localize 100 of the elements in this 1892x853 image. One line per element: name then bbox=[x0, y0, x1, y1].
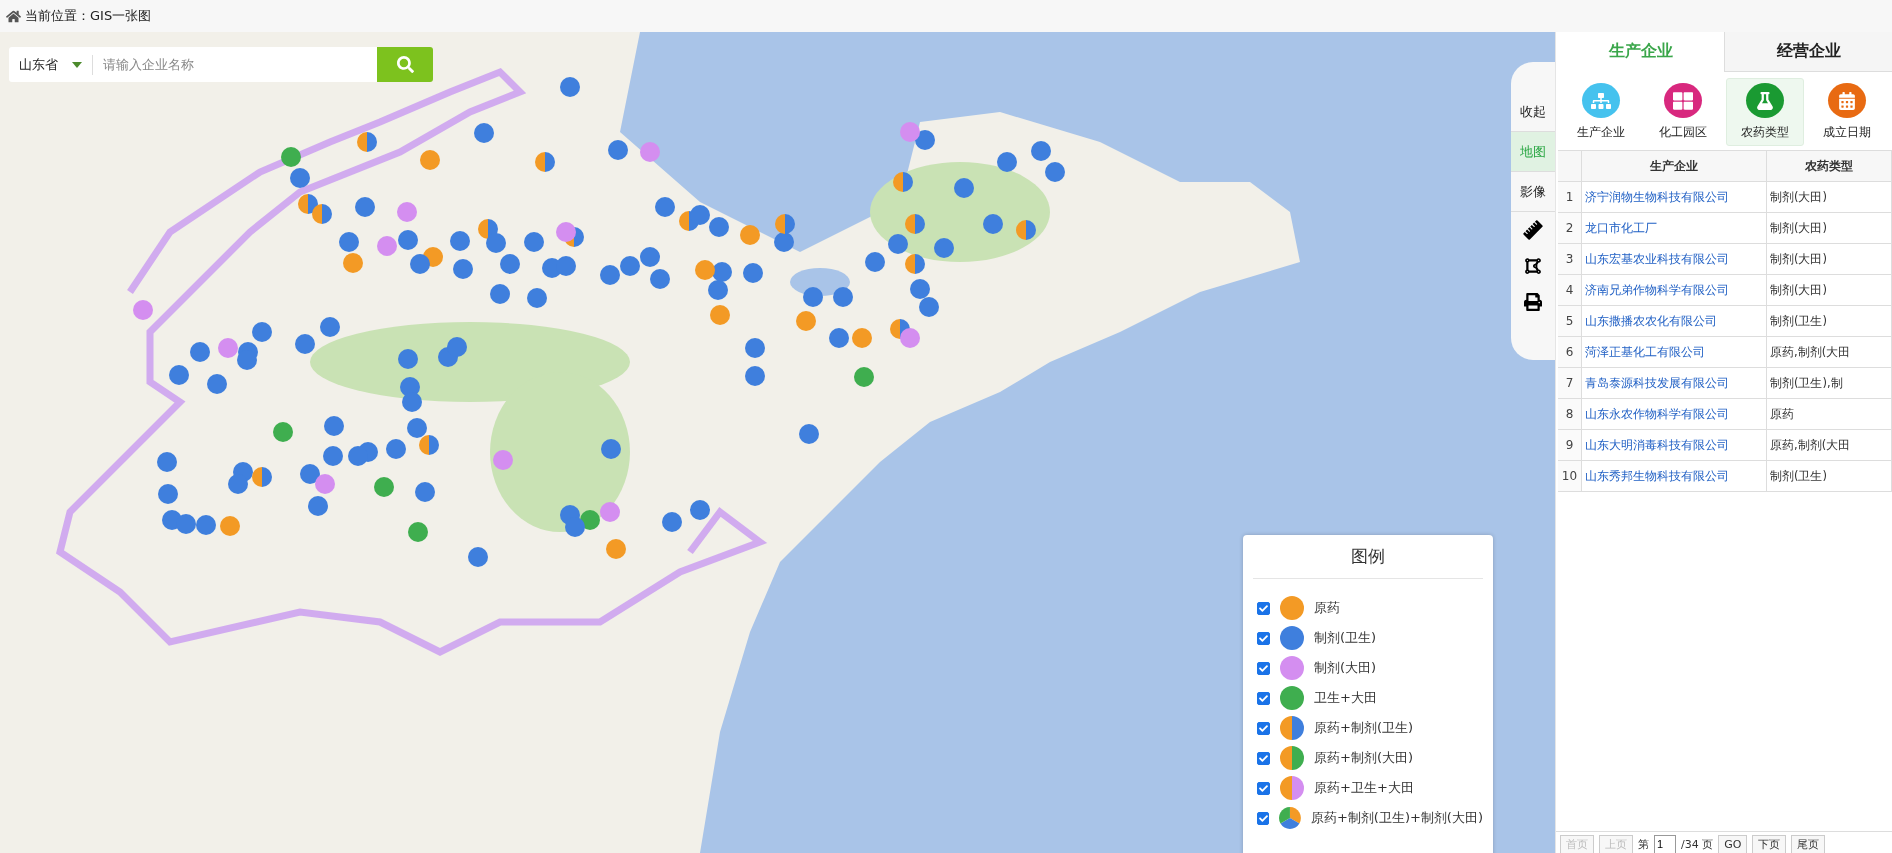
map-marker[interactable] bbox=[745, 366, 765, 386]
search-button[interactable] bbox=[377, 47, 433, 82]
map-marker[interactable] bbox=[640, 142, 660, 162]
map-marker[interactable] bbox=[252, 322, 272, 342]
checkbox[interactable] bbox=[1257, 781, 1270, 795]
panel-tab[interactable]: 经营企业 bbox=[1724, 32, 1892, 72]
map-marker[interactable] bbox=[453, 259, 473, 279]
search-field[interactable]: 请输入企业名称 bbox=[93, 47, 377, 82]
map-marker[interactable] bbox=[419, 435, 439, 455]
map-marker[interactable] bbox=[402, 392, 422, 412]
map-marker[interactable] bbox=[323, 446, 343, 466]
checkbox[interactable] bbox=[1257, 631, 1270, 645]
map-marker[interactable] bbox=[420, 150, 440, 170]
map-marker[interactable] bbox=[888, 234, 908, 254]
map-marker[interactable] bbox=[910, 279, 930, 299]
map-marker[interactable] bbox=[743, 263, 763, 283]
map-marker[interactable] bbox=[281, 147, 301, 167]
map-marker[interactable] bbox=[339, 232, 359, 252]
map-marker[interactable] bbox=[1016, 220, 1036, 240]
map-marker[interactable] bbox=[315, 474, 335, 494]
category-button[interactable]: 农药类型 bbox=[1726, 78, 1804, 146]
map-marker[interactable] bbox=[169, 365, 189, 385]
map-marker[interactable] bbox=[905, 214, 925, 234]
map-marker[interactable] bbox=[474, 123, 494, 143]
map-marker[interactable] bbox=[158, 484, 178, 504]
map-marker[interactable] bbox=[774, 232, 794, 252]
map-marker[interactable] bbox=[829, 328, 849, 348]
map-marker[interactable] bbox=[799, 424, 819, 444]
map-marker[interactable] bbox=[386, 439, 406, 459]
map-marker[interactable] bbox=[273, 422, 293, 442]
checkbox[interactable] bbox=[1257, 601, 1270, 615]
checkbox[interactable] bbox=[1257, 661, 1270, 675]
map-marker[interactable] bbox=[468, 547, 488, 567]
map-marker[interactable] bbox=[320, 317, 340, 337]
map-marker[interactable] bbox=[709, 217, 729, 237]
map-marker[interactable] bbox=[397, 202, 417, 222]
map-marker[interactable] bbox=[620, 256, 640, 276]
map-marker[interactable] bbox=[983, 214, 1003, 234]
map-marker[interactable] bbox=[775, 214, 795, 234]
map-marker[interactable] bbox=[377, 236, 397, 256]
map-marker[interactable] bbox=[919, 297, 939, 317]
map-marker[interactable] bbox=[500, 254, 520, 274]
map-marker[interactable] bbox=[228, 474, 248, 494]
company-link[interactable]: 山东永农作物科学有限公司 bbox=[1585, 406, 1729, 422]
checkbox[interactable] bbox=[1257, 751, 1270, 765]
map-marker[interactable] bbox=[1045, 162, 1065, 182]
map-marker[interactable] bbox=[190, 342, 210, 362]
map-marker[interactable] bbox=[355, 197, 375, 217]
map-marker[interactable] bbox=[900, 122, 920, 142]
map-marker[interactable] bbox=[410, 254, 430, 274]
region-dropdown[interactable]: 山东省 bbox=[9, 47, 92, 82]
go-button[interactable]: GO bbox=[1718, 834, 1748, 853]
map-marker[interactable] bbox=[343, 253, 363, 273]
map-marker[interactable] bbox=[300, 464, 320, 484]
map-marker[interactable] bbox=[600, 265, 620, 285]
map-marker[interactable] bbox=[290, 168, 310, 188]
map-marker[interactable] bbox=[580, 510, 600, 530]
company-link[interactable]: 青岛泰源科技发展有限公司 bbox=[1585, 375, 1729, 391]
map-marker[interactable] bbox=[450, 231, 470, 251]
map-marker[interactable] bbox=[695, 260, 715, 280]
map-marker[interactable] bbox=[934, 238, 954, 258]
map-marker[interactable] bbox=[601, 439, 621, 459]
map-marker[interactable] bbox=[407, 418, 427, 438]
company-link[interactable]: 菏泽正基化工有限公司 bbox=[1585, 344, 1705, 360]
map-marker[interactable] bbox=[398, 349, 418, 369]
map-marker[interactable] bbox=[535, 152, 555, 172]
map-marker[interactable] bbox=[493, 450, 513, 470]
map-marker[interactable] bbox=[954, 178, 974, 198]
checkbox[interactable] bbox=[1257, 691, 1270, 705]
map-marker[interactable] bbox=[415, 482, 435, 502]
map-marker[interactable] bbox=[796, 311, 816, 331]
map-marker[interactable] bbox=[196, 515, 216, 535]
map-marker[interactable] bbox=[220, 516, 240, 536]
map-marker[interactable] bbox=[803, 287, 823, 307]
map-marker[interactable] bbox=[690, 500, 710, 520]
map-marker[interactable] bbox=[833, 287, 853, 307]
map-marker[interactable] bbox=[606, 539, 626, 559]
page-input[interactable]: 1 bbox=[1654, 834, 1676, 853]
map-marker[interactable] bbox=[295, 334, 315, 354]
map-marker[interactable] bbox=[740, 225, 760, 245]
checkbox[interactable] bbox=[1257, 721, 1270, 735]
company-link[interactable]: 山东撒播农农化有限公司 bbox=[1585, 313, 1717, 329]
map-marker[interactable] bbox=[565, 517, 585, 537]
map-marker[interactable] bbox=[865, 252, 885, 272]
map-marker[interactable] bbox=[556, 222, 576, 242]
map-marker[interactable] bbox=[490, 284, 510, 304]
category-button[interactable]: 生产企业 bbox=[1562, 78, 1640, 146]
map-marker[interactable] bbox=[710, 305, 730, 325]
map-marker[interactable] bbox=[650, 269, 670, 289]
company-link[interactable]: 山东秀邦生物科技有限公司 bbox=[1585, 468, 1729, 484]
company-link[interactable]: 山东宏基农业科技有限公司 bbox=[1585, 251, 1729, 267]
category-button[interactable]: 化工园区 bbox=[1644, 78, 1722, 146]
map-marker[interactable] bbox=[560, 77, 580, 97]
map-marker[interactable] bbox=[662, 512, 682, 532]
map-marker[interactable] bbox=[133, 300, 153, 320]
map-marker[interactable] bbox=[900, 328, 920, 348]
map-marker[interactable] bbox=[207, 374, 227, 394]
map-marker[interactable] bbox=[357, 132, 377, 152]
map-marker[interactable] bbox=[408, 522, 428, 542]
map-marker[interactable] bbox=[608, 140, 628, 160]
